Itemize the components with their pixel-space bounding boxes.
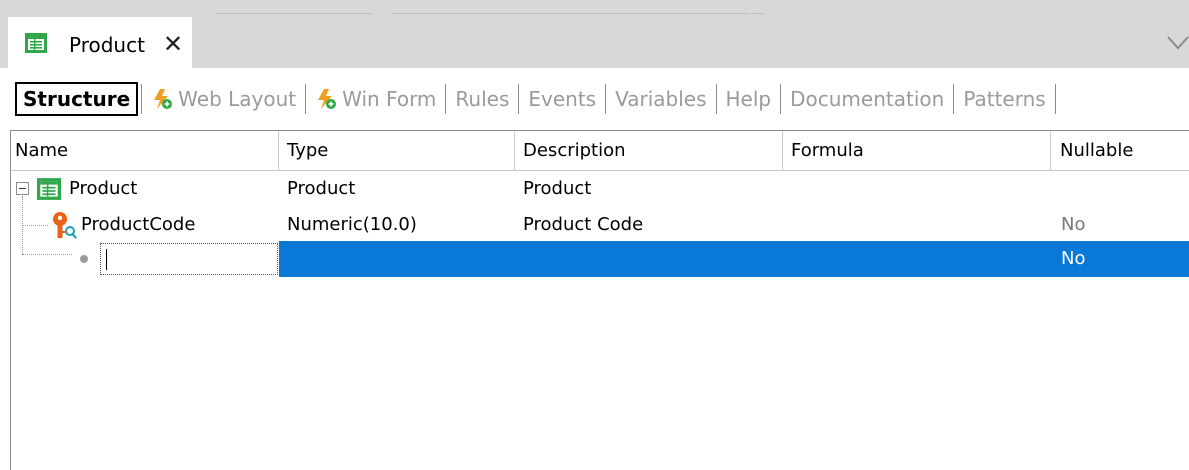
part-tabs-bar: Structure Web Layout Win Form Rules Even… [0,68,1189,130]
tab-rules[interactable]: Rules [449,82,515,116]
tab-strip-divider [215,13,373,14]
transaction-icon [25,33,47,53]
document-tab-strip: Product ✕ [0,0,1189,68]
table-row[interactable]: Product Product Product [11,171,1189,207]
bullet-icon [80,255,88,263]
column-header-type[interactable]: Type [279,131,515,171]
tab-structure-label: Structure [23,87,131,111]
tab-structure[interactable]: Structure [15,82,139,116]
tab-documentation-label: Documentation [790,87,945,111]
tab-separator [1054,84,1056,114]
lightning-plus-icon [154,89,173,109]
collapse-toggle-icon[interactable] [16,182,29,195]
row-description: Product Code [523,214,644,235]
tab-help[interactable]: Help [720,82,778,116]
row-type: Numeric(10.0) [287,214,417,235]
chevron-down-icon[interactable] [1166,33,1189,53]
tab-win-form[interactable]: Win Form [309,82,442,116]
tab-separator [715,84,717,114]
transaction-icon [37,178,61,200]
tab-rules-label: Rules [455,87,510,111]
tab-events[interactable]: Events [522,82,602,116]
tab-separator [445,84,447,114]
tab-separator [953,84,955,114]
tab-win-form-label: Win Form [342,87,437,111]
tab-patterns-label: Patterns [963,87,1046,111]
tab-separator [780,84,782,114]
tab-web-layout[interactable]: Web Layout [145,82,302,116]
close-icon[interactable]: ✕ [163,31,183,57]
tab-documentation[interactable]: Documentation [784,82,950,116]
lightning-plus-icon [318,89,337,109]
row-selection-highlight [279,241,1189,277]
row-name: Product [69,178,138,199]
row-nullable: No [1061,214,1086,235]
tab-variables-label: Variables [615,87,707,111]
tab-web-layout-label: Web Layout [178,87,297,111]
column-header-description[interactable]: Description [515,131,783,171]
tab-separator [605,84,607,114]
column-header-nullable[interactable]: Nullable [1051,131,1189,171]
row-type: Product [287,178,356,199]
tab-patterns[interactable]: Patterns [957,82,1051,116]
attribute-name-input[interactable] [100,243,278,275]
document-tab-title: Product [69,33,145,57]
table-row[interactable]: ProductCode Numeric(10.0) Product Code N… [11,207,1189,243]
structure-grid: Name Type Description Formula Nullable P… [10,130,1189,470]
key-icon [53,212,77,239]
tab-strip-divider [392,13,748,14]
row-name: ProductCode [81,214,196,235]
row-description: Product [523,178,592,199]
document-tab-product[interactable]: Product ✕ [8,17,192,68]
row-nullable: No [1061,248,1086,269]
tab-separator [305,84,307,114]
column-header-formula[interactable]: Formula [783,131,1051,171]
column-header-name[interactable]: Name [11,131,279,171]
text-caret [106,249,107,270]
tab-events-label: Events [528,87,597,111]
tab-variables[interactable]: Variables [609,82,712,116]
tab-separator [141,84,143,114]
grid-header: Name Type Description Formula Nullable [11,130,1189,171]
table-row-selected[interactable]: No [11,241,1189,277]
tab-help-label: Help [725,87,772,111]
tab-separator [518,84,520,114]
tab-strip-divider [751,13,765,14]
